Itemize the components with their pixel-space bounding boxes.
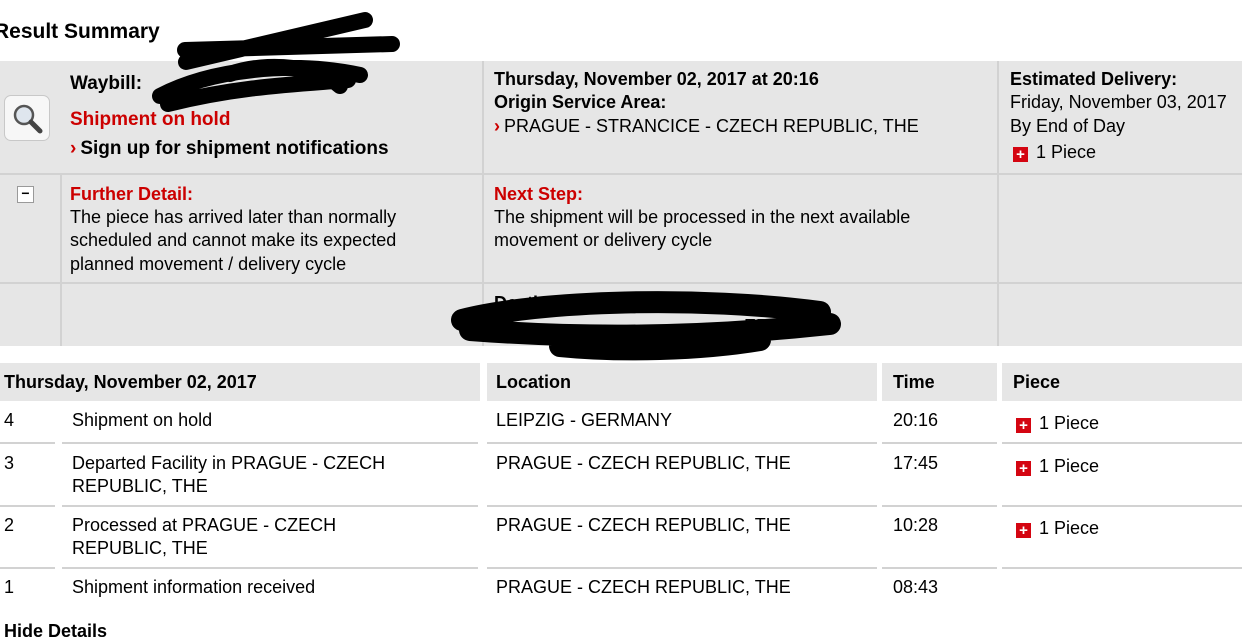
- event-number: 1: [4, 577, 15, 597]
- events-time-header: Time: [893, 372, 935, 392]
- events-date-header: Thursday, November 02, 2017: [4, 372, 257, 392]
- event-time: 17:45: [893, 453, 939, 473]
- event-piece-label: 1 Piece: [1039, 413, 1100, 433]
- event-description: Shipment on hold: [72, 410, 213, 430]
- event-description: REPUBLIC, THE: [72, 476, 208, 496]
- event-number: 4: [4, 410, 15, 430]
- event-piece-label: 1 Piece: [1039, 518, 1100, 538]
- event-description: Processed at PRAGUE - CZECH: [72, 515, 337, 535]
- events-piece-header: Piece: [1013, 372, 1061, 392]
- event-piece[interactable]: +1 Piece: [1016, 517, 1099, 541]
- event-description: Departed Facility in PRAGUE - CZECH: [72, 453, 386, 473]
- piece-plus-icon: +: [1016, 418, 1031, 433]
- event-piece[interactable]: +1 Piece: [1016, 455, 1099, 479]
- events-location-header: Location: [496, 372, 571, 392]
- event-location: PRAGUE - CZECH REPUBLIC, THE: [496, 453, 791, 473]
- event-location: PRAGUE - CZECH REPUBLIC, THE: [496, 577, 791, 597]
- event-piece-label: 1 Piece: [1039, 456, 1100, 476]
- event-location: PRAGUE - CZECH REPUBLIC, THE: [496, 515, 791, 535]
- hide-details-link[interactable]: Hide Details: [4, 620, 107, 644]
- event-location: LEIPZIG - GERMANY: [496, 410, 673, 430]
- piece-plus-icon: +: [1016, 523, 1031, 538]
- event-time: 20:16: [893, 410, 939, 430]
- event-number: 3: [4, 453, 15, 473]
- event-piece[interactable]: +1 Piece: [1016, 412, 1099, 436]
- event-time: 08:43: [893, 577, 939, 597]
- event-description: REPUBLIC, THE: [72, 538, 208, 558]
- event-time: 10:28: [893, 515, 939, 535]
- piece-plus-icon: +: [1016, 461, 1031, 476]
- event-number: 2: [4, 515, 15, 535]
- event-description: Shipment information received: [72, 577, 316, 597]
